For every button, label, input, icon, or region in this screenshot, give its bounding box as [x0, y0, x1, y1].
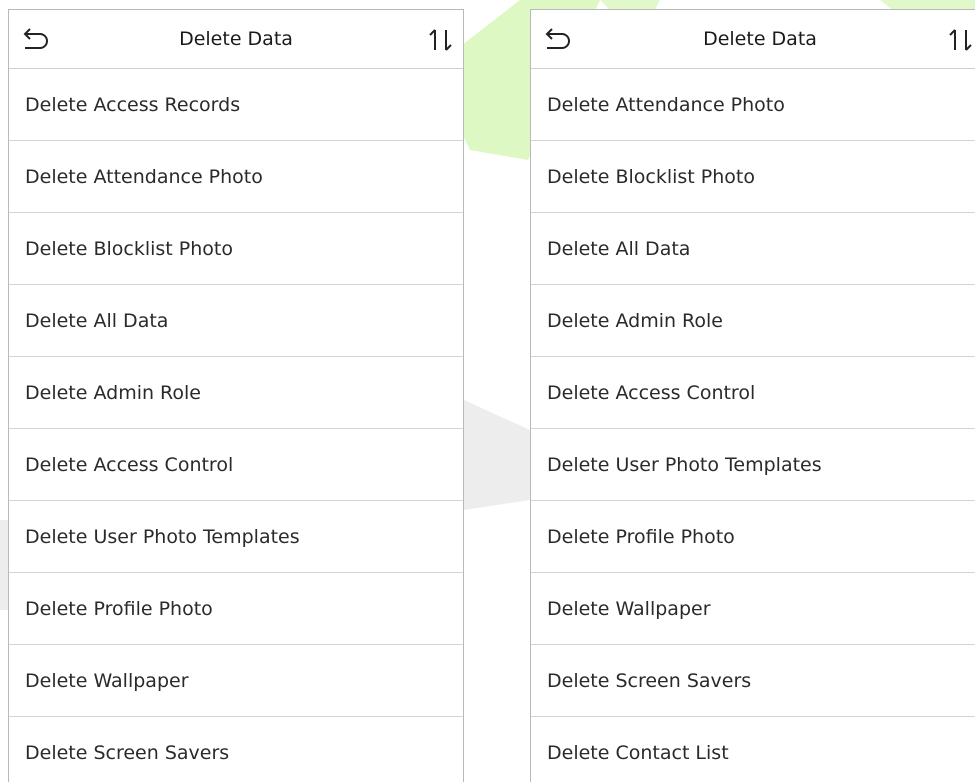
menu-item-delete-admin-role[interactable]: Delete Admin Role	[531, 285, 975, 357]
menu-item-delete-access-records[interactable]: Delete Access Records	[9, 69, 463, 141]
menu-item-delete-profile-photo[interactable]: Delete Profile Photo	[531, 501, 975, 573]
sort-icon[interactable]	[425, 26, 455, 54]
menu-item-delete-access-control[interactable]: Delete Access Control	[9, 429, 463, 501]
menu-item-delete-blocklist-photo[interactable]: Delete Blocklist Photo	[9, 213, 463, 285]
menu-item-delete-user-photo-templates[interactable]: Delete User Photo Templates	[9, 501, 463, 573]
menu-item-delete-contact-list[interactable]: Delete Contact List	[531, 717, 975, 782]
menu-item-delete-wallpaper[interactable]: Delete Wallpaper	[531, 573, 975, 645]
screenshot-canvas: Delete Data Delete Access Records Delete…	[0, 0, 975, 782]
menu-item-delete-screen-savers[interactable]: Delete Screen Savers	[9, 717, 463, 782]
menu-item-delete-profile-photo[interactable]: Delete Profile Photo	[9, 573, 463, 645]
menu-item-delete-access-control[interactable]: Delete Access Control	[531, 357, 975, 429]
page-title: Delete Data	[703, 28, 817, 50]
delete-data-screen-right: Delete Data Delete Attendance Photo Dele…	[530, 9, 975, 782]
header-bar: Delete Data	[531, 10, 975, 69]
menu-item-delete-wallpaper[interactable]: Delete Wallpaper	[9, 645, 463, 717]
header-bar: Delete Data	[9, 10, 463, 69]
menu-list: Delete Access Records Delete Attendance …	[9, 69, 463, 782]
menu-item-delete-blocklist-photo[interactable]: Delete Blocklist Photo	[531, 141, 975, 213]
delete-data-screen-left: Delete Data Delete Access Records Delete…	[8, 9, 464, 782]
menu-item-delete-attendance-photo[interactable]: Delete Attendance Photo	[9, 141, 463, 213]
back-arrow-icon[interactable]	[21, 26, 51, 52]
menu-item-delete-screen-savers[interactable]: Delete Screen Savers	[531, 645, 975, 717]
sort-icon[interactable]	[945, 26, 975, 54]
menu-item-delete-user-photo-templates[interactable]: Delete User Photo Templates	[531, 429, 975, 501]
back-arrow-icon[interactable]	[543, 26, 573, 52]
menu-item-delete-all-data[interactable]: Delete All Data	[9, 285, 463, 357]
menu-item-delete-attendance-photo[interactable]: Delete Attendance Photo	[531, 69, 975, 141]
menu-list: Delete Attendance Photo Delete Blocklist…	[531, 69, 975, 782]
menu-item-delete-admin-role[interactable]: Delete Admin Role	[9, 357, 463, 429]
menu-item-delete-all-data[interactable]: Delete All Data	[531, 213, 975, 285]
page-title: Delete Data	[179, 28, 293, 50]
